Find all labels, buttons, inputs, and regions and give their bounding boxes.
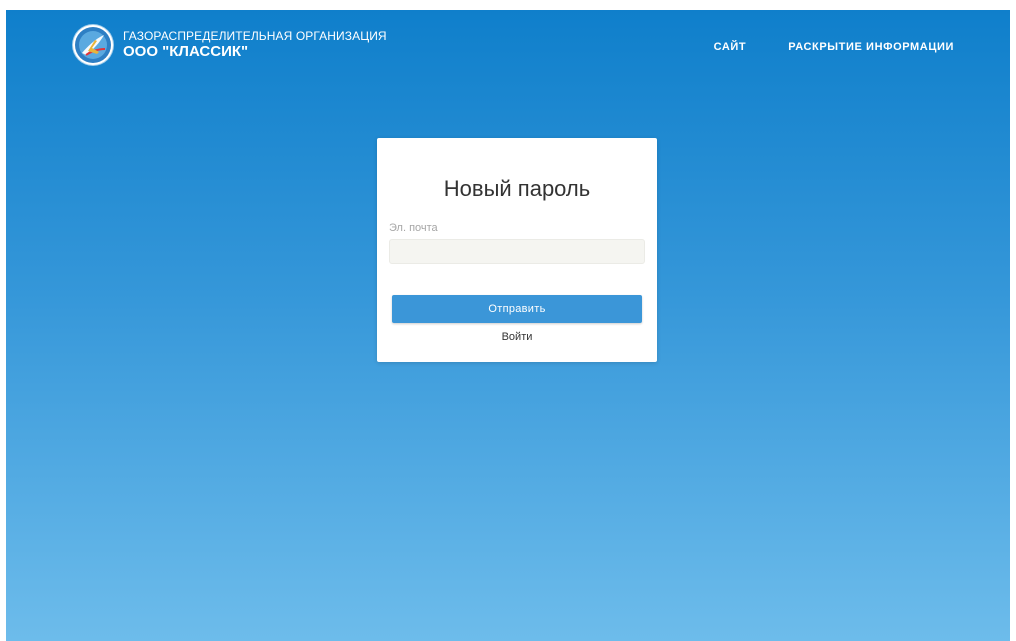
submit-button[interactable]: Отправить	[392, 295, 642, 323]
nav-link-site[interactable]: САЙТ	[714, 41, 747, 53]
site-header: ГАЗОРАСПРЕДЕЛИТЕЛЬНАЯ ОРГАНИЗАЦИЯ ООО "К…	[6, 10, 1010, 80]
page-background: ГАЗОРАСПРЕДЕЛИТЕЛЬНАЯ ОРГАНИЗАЦИЯ ООО "К…	[6, 10, 1010, 641]
email-label: Эл. почта	[389, 222, 438, 234]
email-input[interactable]	[389, 239, 645, 264]
nav-link-disclosure[interactable]: РАСКРЫТИЕ ИНФОРМАЦИИ	[788, 41, 954, 53]
new-password-card: Новый пароль Эл. почта Отправить Войти	[377, 138, 657, 362]
brand-name: ГАЗОРАСПРЕДЕЛИТЕЛЬНАЯ ОРГАНИЗАЦИЯ ООО "К…	[123, 29, 387, 61]
company-logo-icon[interactable]	[73, 25, 113, 65]
brand-title: ООО "КЛАССИК"	[123, 43, 249, 60]
form-title: Новый пароль	[443, 176, 591, 201]
main-nav: САЙТ РАСКРЫТИЕ ИНФОРМАЦИИ	[714, 41, 954, 53]
login-link[interactable]: Войти	[377, 331, 657, 343]
logo-emblem-icon	[75, 27, 111, 63]
brand-subtitle: ГАЗОРАСПРЕДЕЛИТЕЛЬНАЯ ОРГАНИЗАЦИЯ	[123, 29, 387, 43]
